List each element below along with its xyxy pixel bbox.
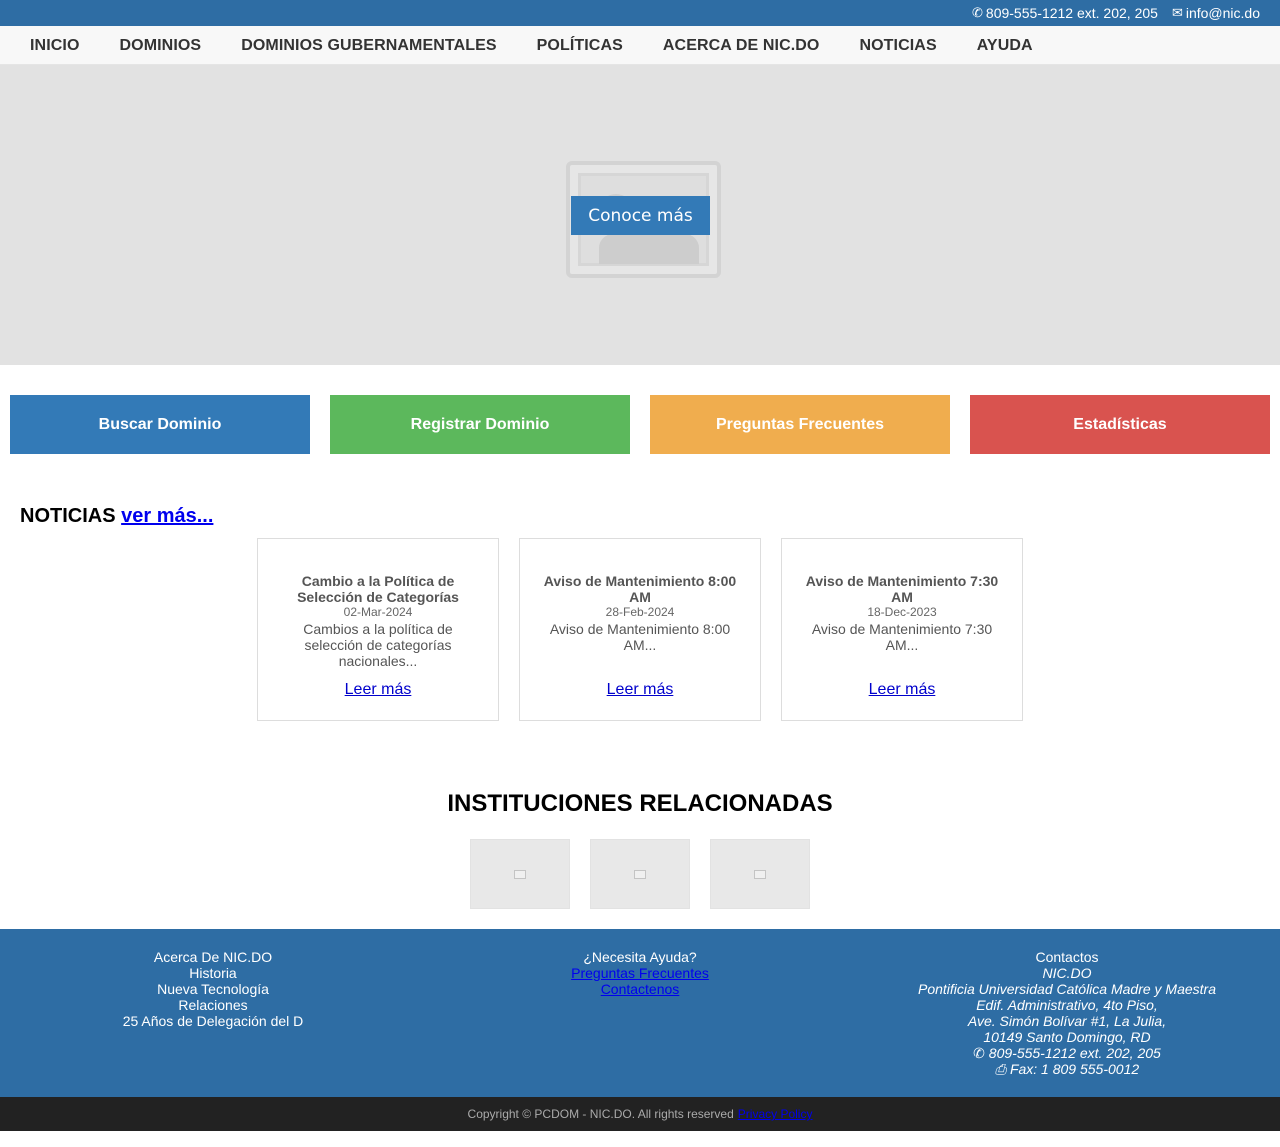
phone-icon: ✆ (973, 1045, 985, 1061)
page-bottom-spacer (0, 1131, 1280, 1147)
news-card-read-more-link[interactable]: Leer más (782, 681, 1022, 699)
footer-address-line: Ave. Simón Bolívar #1, La Julia, (967, 1013, 1167, 1029)
institution-logo[interactable] (590, 839, 690, 909)
buscar-dominio-button[interactable]: Buscar Dominio (10, 395, 310, 454)
footer-help-column: ¿Necesita Ayuda? Preguntas Frecuentes Co… (426, 949, 854, 997)
footer-fax-text: Fax: 1 809 555-0012 (1009, 1061, 1140, 1077)
footer-contacts-column: Contactos NIC.DO Pontificia Universidad … (854, 949, 1280, 1077)
news-card: Aviso de Mantenimiento 7:30 AM 18-Dec-20… (781, 538, 1023, 721)
fax-icon: ⎙ (994, 1061, 1007, 1077)
footer-faq-link[interactable]: Preguntas Frecuentes (426, 965, 854, 981)
footer-help-title: ¿Necesita Ayuda? (583, 949, 697, 965)
news-card-summary: Cambios a la política de selección de ca… (303, 621, 453, 669)
top-contact-bar: ✆ 809-555-1212 ext. 202, 205 ✉ info@nic.… (0, 0, 1280, 26)
news-card-read-more-link[interactable]: Leer más (258, 681, 498, 699)
news-card-summary: Aviso de Mantenimiento 8:00 AM... (549, 621, 731, 653)
footer-technology-link[interactable]: Nueva Tecnología (0, 981, 426, 997)
news-card-date: 02-Mar-2024 (343, 605, 413, 619)
footer-contacts-title: Contactos (1035, 949, 1099, 965)
institution-logos (470, 839, 810, 909)
institutions-heading: INSTITUCIONES RELACIONADAS (447, 790, 833, 817)
footer-address-line: 10149 Santo Domingo, RD (983, 1029, 1151, 1045)
envelope-icon: ✉ (1171, 5, 1183, 20)
estadisticas-button[interactable]: Estadísticas (970, 395, 1270, 454)
email-text[interactable]: info@nic.do (1186, 5, 1260, 21)
footer: Acerca De NIC.DO Historia Nueva Tecnolog… (0, 929, 1280, 1097)
image-icon (514, 869, 526, 879)
footer-address-line: Edif. Administrativo, 4to Piso, (976, 997, 1158, 1013)
news-card-read-more-link[interactable]: Leer más (520, 681, 760, 699)
preguntas-frecuentes-button[interactable]: Preguntas Frecuentes (650, 395, 950, 454)
nav-item-inicio[interactable]: INICIO (30, 37, 80, 55)
nav-item-noticias[interactable]: NOTICIAS (859, 37, 936, 55)
copyright-text: Copyright © PCDOM - NIC.DO. All rights r… (467, 1107, 734, 1121)
footer-relations-link[interactable]: Relaciones (0, 997, 426, 1013)
footer-contact-link[interactable]: Contactenos (426, 981, 854, 997)
nav-item-dominios[interactable]: DOMINIOS (120, 37, 202, 55)
footer-phone-text: 809-555-1212 ext. 202, 205 (988, 1045, 1161, 1061)
footer-about-link[interactable]: Acerca De NIC.DO (0, 949, 426, 965)
phone-text: 809-555-1212 ext. 202, 205 (985, 5, 1158, 21)
conoce-mas-button[interactable]: Conoce más (571, 196, 710, 235)
news-card-summary: Aviso de Mantenimiento 7:30 AM... (811, 621, 993, 653)
footer-history-link[interactable]: Historia (0, 965, 426, 981)
nav-item-ayuda[interactable]: AYUDA (977, 37, 1033, 55)
news-list: Cambio a la Política de Selección de Cat… (257, 538, 1023, 721)
nav-item-politicas[interactable]: POLÍTICAS (537, 37, 623, 55)
news-card-title: Cambio a la Política de Selección de Cat… (297, 573, 459, 605)
news-heading: NOTICIAS ver más... (20, 505, 213, 528)
footer-org-name: NIC.DO (1042, 965, 1092, 981)
news-heading-text: NOTICIAS (20, 505, 116, 527)
hero-banner: Conoce más (0, 65, 1280, 365)
phone-icon: ✆ (972, 5, 983, 20)
news-card-date: 18-Dec-2023 (867, 605, 937, 619)
news-more-link[interactable]: ver más... (121, 505, 213, 527)
nav-item-dominios-gubernamentales[interactable]: DOMINIOS GUBERNAMENTALES (241, 37, 496, 55)
privacy-policy-link[interactable]: Privacy Policy (738, 1107, 813, 1121)
news-card-title: Aviso de Mantenimiento 7:30 AM (805, 573, 999, 605)
footer-delegation-link[interactable]: 25 Años de Delegación del D (0, 1013, 426, 1029)
email-contact[interactable]: ✉ info@nic.do (1172, 5, 1260, 21)
copyright-bar: Copyright © PCDOM - NIC.DO. All rights r… (0, 1097, 1280, 1131)
placeholder-person-body (599, 234, 699, 264)
footer-fax: ⎙ Fax: 1 809 555-0012 (854, 1061, 1280, 1077)
registrar-dominio-button[interactable]: Registrar Dominio (330, 395, 630, 454)
contact-info: ✆ 809-555-1212 ext. 202, 205 ✉ info@nic.… (972, 5, 1260, 21)
quick-actions: Buscar Dominio Registrar Dominio Pregunt… (10, 395, 1270, 454)
institution-logo[interactable] (470, 839, 570, 909)
footer-about-column: Acerca De NIC.DO Historia Nueva Tecnolog… (0, 949, 426, 1029)
main-navigation: INICIO DOMINIOS DOMINIOS GUBERNAMENTALES… (0, 26, 1280, 65)
nav-item-acerca[interactable]: ACERCA DE NIC.DO (663, 37, 820, 55)
footer-address-line: Pontificia Universidad Católica Madre y … (917, 981, 1216, 997)
image-icon (634, 869, 646, 879)
phone-contact: ✆ 809-555-1212 ext. 202, 205 (972, 5, 1158, 21)
news-card: Aviso de Mantenimiento 8:00 AM 28-Feb-20… (519, 538, 761, 721)
news-card-title: Aviso de Mantenimiento 8:00 AM (543, 573, 737, 605)
footer-phone: ✆ 809-555-1212 ext. 202, 205 (854, 1045, 1280, 1061)
institution-logo[interactable] (710, 839, 810, 909)
news-card: Cambio a la Política de Selección de Cat… (257, 538, 499, 721)
image-icon (754, 869, 766, 879)
news-card-date: 28-Feb-2024 (605, 605, 675, 619)
